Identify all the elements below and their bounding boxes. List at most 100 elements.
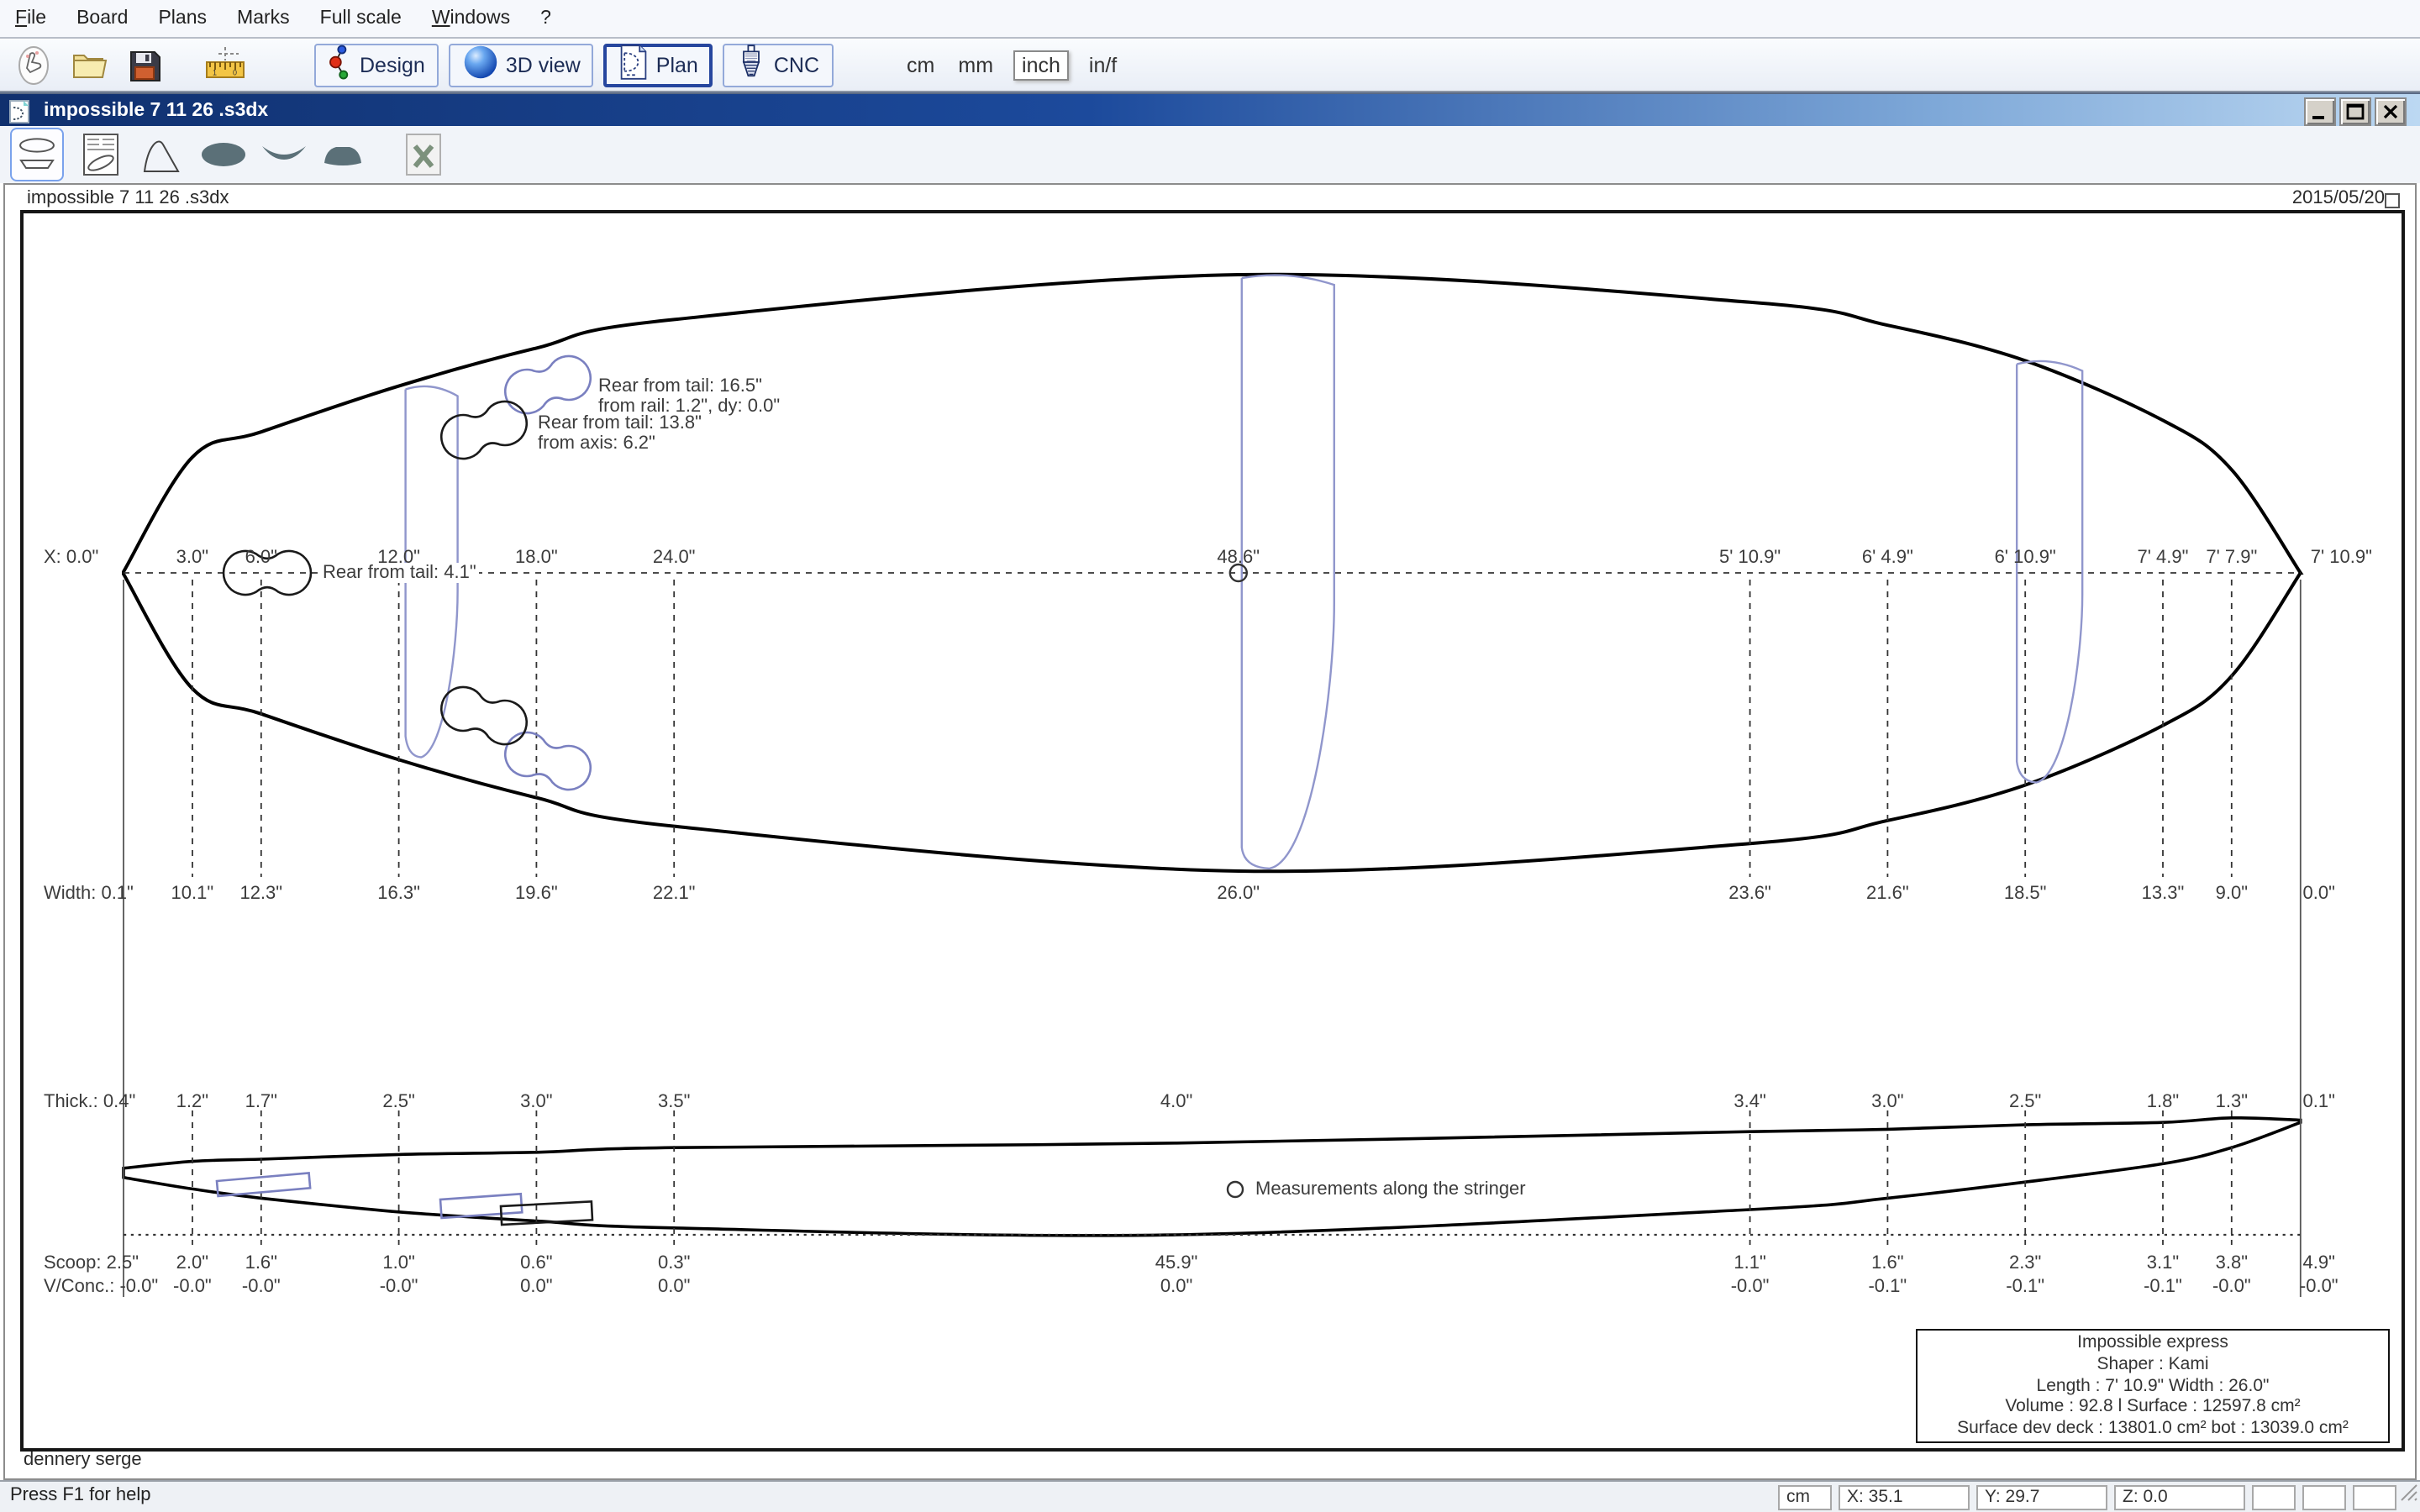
meas-thick-label: 0.1"	[2302, 1092, 2335, 1112]
menu-marks[interactable]: Marks	[222, 8, 305, 29]
unit-inch[interactable]: inch	[1013, 50, 1069, 80]
meas-width-label: 9.0"	[2215, 884, 2249, 904]
meas-vconc-label: 0.0"	[1160, 1277, 1193, 1297]
meas-width-label: 22.1"	[652, 884, 696, 904]
front-plug-annotation-line1: Rear from tail: 16.5"	[598, 376, 762, 396]
meas-vconc-label: 0.0"	[657, 1277, 691, 1297]
maximize-button[interactable]	[2339, 97, 2371, 126]
export-spreadsheet-icon[interactable]	[400, 131, 447, 178]
meas-width-label: 12.3"	[239, 884, 283, 904]
menu-file[interactable]: File	[0, 8, 61, 29]
meas-thick-label: 1.2"	[176, 1092, 209, 1112]
meas-x-label: X: 0.0"	[44, 548, 99, 568]
board-drawing	[122, 272, 2304, 1297]
window-controls	[2304, 97, 2407, 126]
status-z-coordinate: Z: 0.0	[2114, 1484, 2245, 1509]
meas-vconc-label: -0.1"	[2144, 1277, 2182, 1297]
status-help-text: Press F1 for help	[10, 1485, 151, 1505]
meas-vconc-label: -0.0"	[241, 1277, 281, 1297]
meas-scoop-label: 3.8"	[2215, 1253, 2249, 1273]
meas-x-label: 7' 7.9"	[2206, 548, 2258, 568]
status-indicators: cm X: 35.1 Y: 29.7 Z: 0.0	[1778, 1484, 2396, 1509]
status-y-coordinate: Y: 29.7	[1976, 1484, 2107, 1509]
cnc-bit-icon	[737, 44, 767, 86]
deck-view-icon[interactable]	[319, 131, 366, 178]
cnc-button-label: CNC	[773, 53, 820, 76]
meas-thick-label: 1.8"	[2146, 1092, 2180, 1112]
measurements-sheet-icon[interactable]	[77, 131, 124, 178]
svg-text:0: 0	[233, 68, 237, 76]
meas-width-label: Width: 0.1"	[44, 884, 134, 904]
meas-x-label: 48.6"	[1217, 548, 1260, 568]
meas-vconc-label: -0.1"	[2006, 1277, 2045, 1297]
rear-plug-annotation-line1: Rear from tail: 13.8"	[538, 413, 702, 433]
open-file-icon[interactable]	[67, 43, 111, 87]
meas-scoop-label: 1.0"	[382, 1253, 415, 1273]
3d-view-button[interactable]: 3D view	[448, 43, 594, 87]
save-file-icon[interactable]	[123, 43, 166, 87]
board-info-box: Impossible express Shaper : Kami Length …	[1916, 1329, 2390, 1443]
rocker-curve-icon[interactable]	[138, 131, 185, 178]
close-button[interactable]	[2375, 97, 2407, 126]
meas-width-label: 19.6"	[515, 884, 558, 904]
page-date: 2015/05/20	[2291, 188, 2385, 208]
status-x-coordinate: X: 35.1	[1839, 1484, 1970, 1509]
menu-board[interactable]: Board	[61, 8, 143, 29]
unit-cm[interactable]: cm	[903, 53, 938, 76]
meas-x-label: 6' 4.9"	[1861, 548, 1913, 568]
rear-plug-annotation-line2: from axis: 6.2"	[538, 433, 655, 454]
design-mode-button[interactable]: Design	[314, 43, 439, 87]
status-empty-3	[2353, 1484, 2396, 1509]
plan-button-label: Plan	[655, 53, 698, 76]
ruler-tool-icon[interactable]: 10	[203, 43, 247, 87]
meas-thick-label: 3.0"	[1871, 1092, 1904, 1112]
plan-mode-button[interactable]: Plan	[603, 43, 713, 87]
sphere-icon	[462, 44, 499, 86]
center-plug-annotation: Rear from tail: 4.1"	[319, 563, 480, 583]
meas-scoop-label: 1.1"	[1733, 1253, 1766, 1273]
meas-width-label: 10.1"	[171, 884, 214, 904]
info-shaper: Shaper : Kami	[2096, 1353, 2209, 1374]
menu-help[interactable]: ?	[525, 8, 566, 29]
meas-scoop-label: 0.3"	[657, 1253, 691, 1273]
meas-x-label: 6.0"	[245, 548, 277, 568]
info-dev-surfaces: Surface dev deck : 13801.0 cm² bot : 130…	[1957, 1418, 2349, 1439]
meas-thick-label: 2.5"	[2008, 1092, 2042, 1112]
meas-x-label: 6' 10.9"	[1994, 548, 2056, 568]
page-footer-user: dennery serge	[24, 1450, 142, 1470]
menu-windows[interactable]: Windows	[417, 8, 525, 29]
meas-thick-label: 1.7"	[245, 1092, 277, 1112]
menu-plans[interactable]: Plans	[143, 8, 222, 29]
meas-vconc-label: -0.0"	[173, 1277, 212, 1297]
plan-icon	[619, 44, 650, 86]
slice-view-icon[interactable]	[198, 131, 245, 178]
meas-scoop-label: 1.6"	[1871, 1253, 1904, 1273]
pointer-tool-icon[interactable]	[12, 43, 55, 87]
unit-in-f[interactable]: in/f	[1086, 53, 1120, 76]
3d-view-button-label: 3D view	[505, 53, 581, 76]
meas-scoop-label: Scoop: 2.5"	[44, 1253, 139, 1273]
minimize-button[interactable]	[2304, 97, 2336, 126]
meas-vconc-label: -0.0"	[379, 1277, 418, 1297]
meas-thick-label: 1.3"	[2215, 1092, 2249, 1112]
menu-full-scale[interactable]: Full scale	[305, 8, 417, 29]
cnc-button[interactable]: CNC	[723, 43, 834, 87]
main-toolbar: 10 Design 3D view Plan CNC cm mm inch in…	[0, 39, 2420, 94]
meas-thick-label: 3.5"	[657, 1092, 691, 1112]
design-button-label: Design	[360, 53, 425, 76]
meas-scoop-label: 3.1"	[2146, 1253, 2180, 1273]
date-checkbox[interactable]	[2385, 193, 2400, 208]
outline-view-icon[interactable]	[10, 128, 64, 181]
info-dimensions: Length : 7' 10.9" Width : 26.0"	[2036, 1375, 2270, 1396]
page-title: impossible 7 11 26 .s3dx	[27, 188, 229, 208]
meas-width-label: 26.0"	[1217, 884, 1260, 904]
info-model: Impossible express	[2077, 1332, 2228, 1352]
status-bar: Press F1 for help cm X: 35.1 Y: 29.7 Z: …	[0, 1480, 2420, 1512]
document-titlebar[interactable]: impossible 7 11 26 .s3dx	[0, 92, 2420, 128]
meas-x-label: 24.0"	[652, 548, 696, 568]
meas-thick-label: 4.0"	[1160, 1092, 1193, 1112]
bottom-curve-icon[interactable]	[259, 131, 306, 178]
design-icon	[328, 42, 353, 87]
unit-mm[interactable]: mm	[955, 53, 997, 76]
resize-grip[interactable]	[2398, 1480, 2418, 1510]
